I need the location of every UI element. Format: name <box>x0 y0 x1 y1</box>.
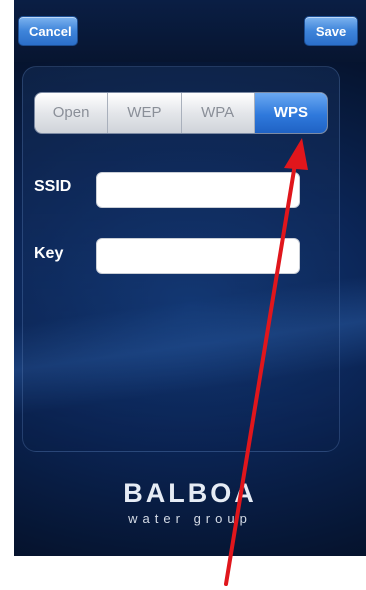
segment-wpa[interactable]: WPA <box>182 93 255 133</box>
segment-wep[interactable]: WEP <box>108 93 182 133</box>
segment-open[interactable]: Open <box>35 93 109 133</box>
segment-wps[interactable]: WPS <box>254 93 327 133</box>
ssid-label: SSID <box>34 178 72 195</box>
logo-brand: BALBOA <box>123 478 257 508</box>
balboa-logo: BALBOA water group <box>14 478 366 526</box>
key-label: Key <box>34 245 64 262</box>
cancel-button[interactable]: Cancel <box>18 16 78 46</box>
security-mode-segmented-control: Open WEP WPA WPS <box>34 92 328 134</box>
key-input[interactable] <box>96 238 300 274</box>
logo-tagline: water group <box>128 511 252 526</box>
save-button[interactable]: Save <box>304 16 358 46</box>
nav-bar: Cancel Save <box>14 0 366 62</box>
ssid-input[interactable] <box>96 172 300 208</box>
